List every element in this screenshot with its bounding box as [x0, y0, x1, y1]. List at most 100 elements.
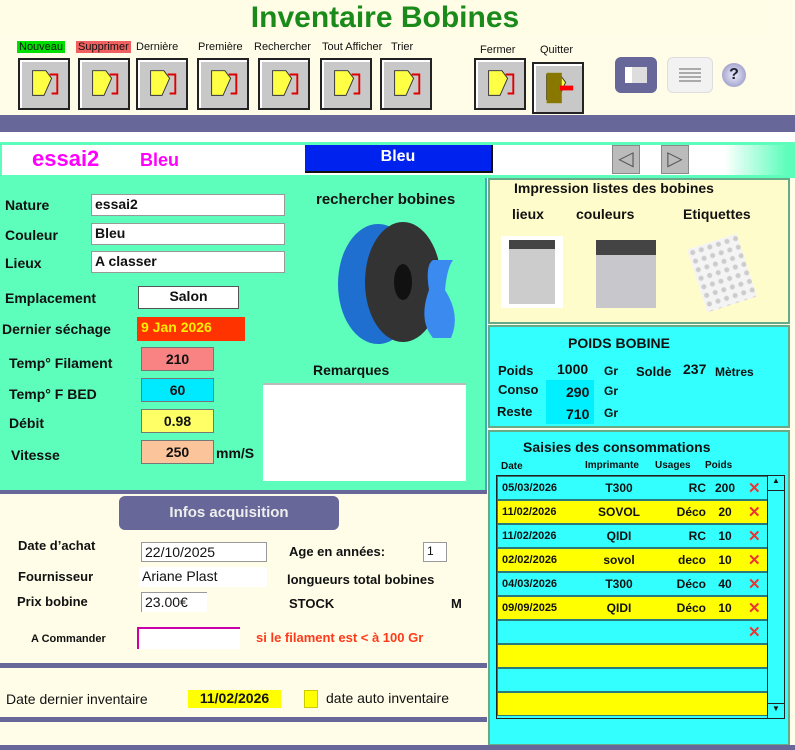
separator-band [0, 115, 795, 132]
nature-label: Nature [5, 197, 50, 213]
inventaire-label: Date dernier inventaire [6, 691, 148, 707]
delete-row-icon[interactable]: ✕ [748, 575, 761, 593]
form-view-button[interactable] [615, 57, 657, 93]
cell-imprimante: T300 [605, 577, 633, 591]
derniere-button[interactable] [136, 58, 188, 110]
table-row[interactable] [497, 668, 768, 692]
delete-row-icon[interactable]: ✕ [748, 527, 761, 545]
rechercher-icon [272, 70, 299, 96]
commander-field[interactable] [137, 627, 240, 649]
list-view-button[interactable] [667, 57, 713, 93]
derniere-label: Dernière [136, 41, 179, 53]
nouveau-button[interactable] [18, 58, 70, 110]
prix-label: Prix bobine [17, 594, 88, 609]
lieux-label: Lieux [5, 255, 42, 271]
remarques-field[interactable] [263, 383, 466, 481]
table-row[interactable]: ✕ [497, 620, 768, 644]
print-couleurs-printer-icon[interactable] [596, 240, 656, 308]
emplacement-label: Emplacement [5, 290, 97, 306]
premiere-button[interactable] [197, 58, 249, 110]
auto-inventaire-checkbox[interactable] [304, 690, 318, 708]
poids-value: 1000 [557, 361, 589, 377]
print-lieux-printer-icon[interactable] [501, 236, 563, 308]
age-field[interactable]: 1 [423, 542, 447, 562]
conso-scrollbar[interactable]: ▲ ▼ [767, 476, 784, 718]
previous-record-button[interactable]: ◁ [612, 145, 640, 174]
fournisseur-field[interactable]: Ariane Plast [139, 567, 267, 587]
tout-afficher-button[interactable] [320, 58, 372, 110]
table-row[interactable]: 02/02/2026 sovol deco 10 ✕ [497, 548, 768, 572]
cell-poids: 10 [718, 601, 732, 615]
solde-unit: Mètres [715, 365, 754, 379]
spool-image[interactable] [333, 220, 463, 350]
date-achat-field[interactable]: 22/10/2025 [141, 542, 267, 562]
delete-row-icon[interactable]: ✕ [748, 479, 761, 497]
prix-field[interactable]: 23.00€ [141, 592, 207, 612]
derniere-icon [150, 70, 177, 96]
fournisseur-label: Fournisseur [18, 569, 94, 584]
inventaire-date[interactable]: 11/02/2026 [188, 690, 281, 708]
table-row[interactable]: 11/02/2026 SOVOL Déco 20 ✕ [497, 500, 768, 524]
sechage-field[interactable]: 9 Jan 2026 [137, 317, 245, 341]
rechercher-button[interactable] [258, 58, 310, 110]
cell-date: 04/03/2026 [502, 578, 558, 590]
delete-row-icon[interactable]: ✕ [748, 503, 761, 521]
cell-date: 09/09/2025 [502, 602, 558, 614]
cell-usages: RC [688, 529, 706, 543]
poids-unit: Gr [604, 364, 619, 378]
emplacement-field[interactable]: Salon [138, 286, 239, 309]
trier-icon [394, 70, 421, 96]
nature-field[interactable]: essai2 [91, 194, 285, 216]
poids-label: Poids [498, 363, 534, 378]
debit-field[interactable]: 0.98 [141, 409, 214, 433]
date-achat-label: Date d’achat [18, 538, 96, 553]
delete-row-icon[interactable]: ✕ [748, 623, 761, 641]
col-header-poids: Poids [705, 460, 733, 471]
longueurs-label: longueurs total bobines [287, 572, 435, 587]
supprimer-button[interactable] [78, 58, 130, 110]
commander-note: si le filament est < à 100 Gr [256, 630, 424, 645]
table-row[interactable] [497, 644, 768, 668]
table-row[interactable]: 11/02/2026 QIDI RC 10 ✕ [497, 524, 768, 548]
help-icon[interactable]: ? [722, 63, 746, 87]
stock-unit: M [451, 596, 462, 611]
delete-row-icon[interactable]: ✕ [748, 551, 761, 569]
search-label: rechercher bobines [316, 191, 456, 208]
table-row[interactable]: 04/03/2026 T300 Déco 40 ✕ [497, 572, 768, 596]
temp-bed-field[interactable]: 60 [141, 378, 214, 402]
fermer-button[interactable] [474, 58, 526, 110]
reste-unit: Gr [604, 406, 619, 420]
couleur-label: Couleur [5, 227, 58, 243]
scroll-down-arrow[interactable]: ▼ [768, 703, 784, 718]
sechage-label: Dernier séchage [2, 321, 111, 337]
temp-filament-field[interactable]: 210 [141, 347, 214, 371]
trier-button[interactable] [380, 58, 432, 110]
quitter-button[interactable] [532, 62, 584, 114]
cell-date: 11/02/2026 [502, 506, 557, 518]
cell-usages: Déco [676, 505, 706, 519]
vitesse-field[interactable]: 250 [141, 440, 214, 464]
list-view-icon [679, 68, 701, 82]
age-label: Age en années: [289, 544, 386, 559]
cell-usages: RC [688, 481, 706, 495]
premiere-icon [211, 70, 238, 96]
conso-value: 290 [566, 384, 590, 400]
vitesse-label: Vitesse [11, 447, 60, 463]
fermer-label: Fermer [480, 44, 516, 56]
scroll-up-arrow[interactable]: ▲ [768, 476, 784, 491]
table-row[interactable]: 09/09/2025 QIDI Déco 10 ✕ [497, 596, 768, 620]
delete-row-icon[interactable]: ✕ [748, 599, 761, 617]
table-row[interactable] [497, 692, 768, 716]
cell-usages: deco [677, 553, 706, 567]
app-title: Inventaire Bobines [0, 0, 770, 36]
table-row[interactable]: 05/03/2026 T300 RC 200 ✕ [497, 476, 768, 500]
color-swatch: Bleu [305, 145, 493, 173]
next-record-button[interactable]: ▷ [661, 145, 689, 174]
cell-usages: Déco [676, 577, 706, 591]
solde-label: Solde [636, 364, 672, 379]
rechercher-label: Rechercher [254, 41, 311, 53]
col-header-usages: Usages [655, 460, 691, 471]
premiere-label: Première [198, 41, 243, 53]
couleur-field[interactable]: Bleu [91, 223, 285, 245]
lieux-field[interactable]: A classer [91, 251, 285, 273]
